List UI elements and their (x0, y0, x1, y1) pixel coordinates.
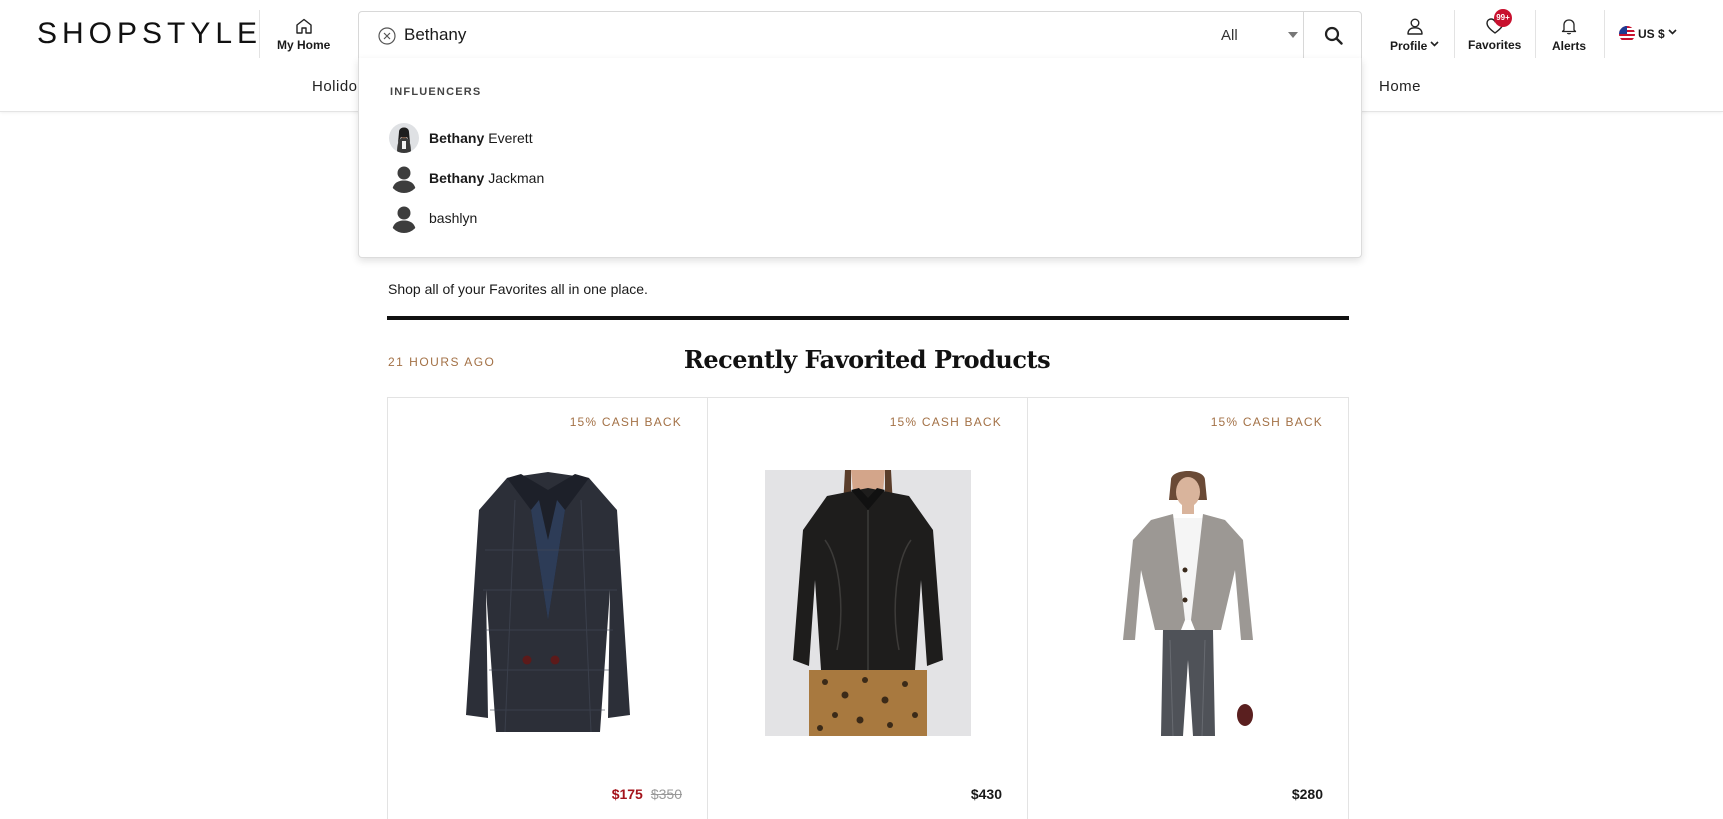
chevron-down-icon (1668, 29, 1677, 35)
favorites-label: Favorites (1468, 38, 1522, 52)
user-icon (1406, 18, 1423, 35)
suggestion-match: Bethany (429, 170, 485, 186)
shopstyle-logo[interactable]: SHOPSTYLE (37, 17, 262, 51)
alerts-label: Alerts (1552, 39, 1587, 53)
currency-selector[interactable]: US $ (1619, 26, 1677, 45)
category-nav-holidays[interactable]: Holido (312, 78, 358, 95)
price-block: $280 (1292, 786, 1323, 802)
section-title: Recently Favorited Products (683, 345, 1051, 374)
suggestions-heading: INFLUENCERS (390, 86, 482, 98)
avatar (389, 123, 419, 153)
my-home-button[interactable]: My Home (277, 18, 330, 52)
caret-down-icon (1288, 32, 1298, 38)
clear-search-icon[interactable] (378, 27, 396, 50)
suggestion-item[interactable]: Bethany Jackman (389, 162, 989, 194)
cashback-label: 15% CASH BACK (889, 415, 1002, 429)
profile-button[interactable]: Profile (1390, 18, 1439, 53)
suggestion-rest: Jackman (488, 170, 545, 186)
timestamp: 21 HOURS AGO (388, 355, 496, 369)
home-icon (295, 18, 312, 34)
my-home-label: My Home (277, 38, 331, 52)
search-scope-select[interactable]: All (1221, 12, 1306, 58)
search-suggestions: INFLUENCERS Bethany Everett Bethany Jack… (358, 58, 1362, 258)
avatar-placeholder-icon (389, 163, 419, 193)
search-input[interactable] (404, 20, 1184, 50)
product-grid: 15% CASH BACK $175 $350 15% CASH BACK $4… (387, 397, 1349, 819)
price: $430 (970, 786, 1002, 802)
header-divider (1454, 10, 1455, 58)
product-image-cardigan (1085, 470, 1291, 736)
welcome-subtitle: Shop all of your Favorites all in one pl… (388, 281, 648, 297)
favorites-button[interactable]: 99+ Favorites (1468, 9, 1522, 52)
price-block: $430 (971, 786, 1002, 802)
suggestion-match: Bethany (429, 130, 485, 146)
search-icon (1324, 26, 1343, 45)
favorites-count-badge: 99+ (1494, 9, 1512, 27)
suggestion-item[interactable]: bashlyn (389, 202, 989, 234)
suggestion-item[interactable]: Bethany Everett (389, 122, 989, 154)
header-divider (1604, 10, 1605, 58)
price-block: $175 $350 (612, 786, 682, 802)
search-button[interactable] (1303, 12, 1362, 58)
product-card[interactable]: 15% CASH BACK $280 (1028, 398, 1348, 819)
product-image-leather-shirt (764, 470, 971, 736)
product-card[interactable]: 15% CASH BACK $430 (708, 398, 1028, 819)
search-scope-label: All (1221, 26, 1238, 44)
price: $280 (1291, 786, 1323, 802)
sale-price: $175 (611, 786, 643, 802)
search-bar: All (358, 11, 1362, 59)
suggestion-rest: bashlyn (429, 210, 478, 226)
product-card[interactable]: 15% CASH BACK $175 $350 (388, 398, 708, 819)
currency-label: US $ (1638, 27, 1665, 41)
header-divider (259, 10, 260, 58)
chevron-down-icon (1430, 41, 1439, 47)
alerts-button[interactable]: Alerts (1552, 18, 1586, 53)
section-divider (387, 316, 1349, 320)
avatar-placeholder-icon (389, 203, 419, 233)
product-image-blazer (444, 470, 651, 736)
category-nav-home[interactable]: Home (1379, 78, 1421, 95)
us-flag-icon (1619, 26, 1635, 42)
header-divider (1535, 10, 1536, 58)
cashback-label: 15% CASH BACK (569, 415, 682, 429)
original-price: $350 (650, 786, 682, 802)
suggestion-rest: Everett (488, 130, 533, 146)
profile-label: Profile (1390, 39, 1428, 53)
bell-icon (1561, 19, 1577, 35)
cashback-label: 15% CASH BACK (1210, 415, 1323, 429)
